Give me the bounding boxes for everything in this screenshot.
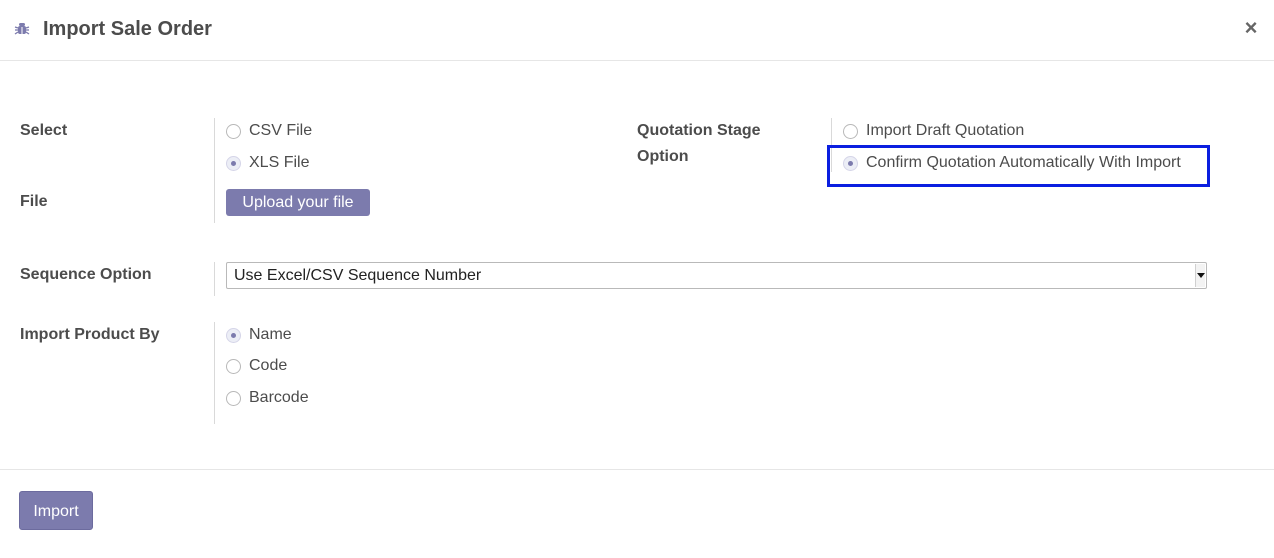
- select-label: Select: [20, 122, 68, 139]
- radio-button[interactable]: [226, 155, 241, 171]
- sequence-option-select[interactable]: Use Excel/CSV Sequence Number: [226, 262, 1207, 289]
- field-divider: [214, 322, 215, 424]
- radio-button[interactable]: [226, 358, 241, 374]
- field-divider: [214, 118, 215, 223]
- radio-button[interactable]: [226, 327, 241, 343]
- radio-product-barcode[interactable]: Barcode: [226, 387, 309, 409]
- radio-xls-file[interactable]: XLS File: [226, 152, 309, 174]
- radio-label: XLS File: [249, 154, 310, 171]
- dialog-header: Import Sale Order ×: [0, 0, 1274, 61]
- radio-label: CSV File: [249, 122, 313, 139]
- quotation-stage-label: Quotation Stage: [637, 122, 761, 139]
- file-label: File: [20, 193, 48, 210]
- field-divider: [214, 262, 215, 296]
- radio-csv-file[interactable]: CSV File: [226, 120, 312, 142]
- radio-button[interactable]: [226, 123, 241, 139]
- quotation-stage-label-option: Option: [637, 148, 689, 165]
- footer-divider: [0, 469, 1274, 470]
- sequence-option-label: Sequence Option: [20, 266, 152, 283]
- import-button[interactable]: Import: [19, 491, 93, 530]
- radio-product-name[interactable]: Name: [226, 324, 292, 346]
- select-value: Use Excel/CSV Sequence Number: [234, 267, 482, 284]
- radio-button[interactable]: [843, 123, 858, 139]
- radio-product-code[interactable]: Code: [226, 355, 287, 377]
- radio-button[interactable]: [226, 390, 241, 406]
- radio-label: Barcode: [249, 389, 309, 406]
- radio-label: Import Draft Quotation: [866, 122, 1025, 139]
- close-icon[interactable]: ×: [1240, 16, 1262, 40]
- bug-icon: [14, 23, 30, 35]
- radio-import-draft-quotation[interactable]: Import Draft Quotation: [843, 120, 1024, 142]
- radio-label: Code: [249, 357, 288, 374]
- chevron-down-icon[interactable]: [1195, 264, 1205, 287]
- dialog-title: Import Sale Order: [43, 18, 212, 40]
- highlight-box: [827, 145, 1210, 187]
- import-product-by-label: Import Product By: [20, 326, 160, 343]
- upload-file-button[interactable]: Upload your file: [226, 189, 370, 216]
- radio-label: Name: [249, 326, 292, 343]
